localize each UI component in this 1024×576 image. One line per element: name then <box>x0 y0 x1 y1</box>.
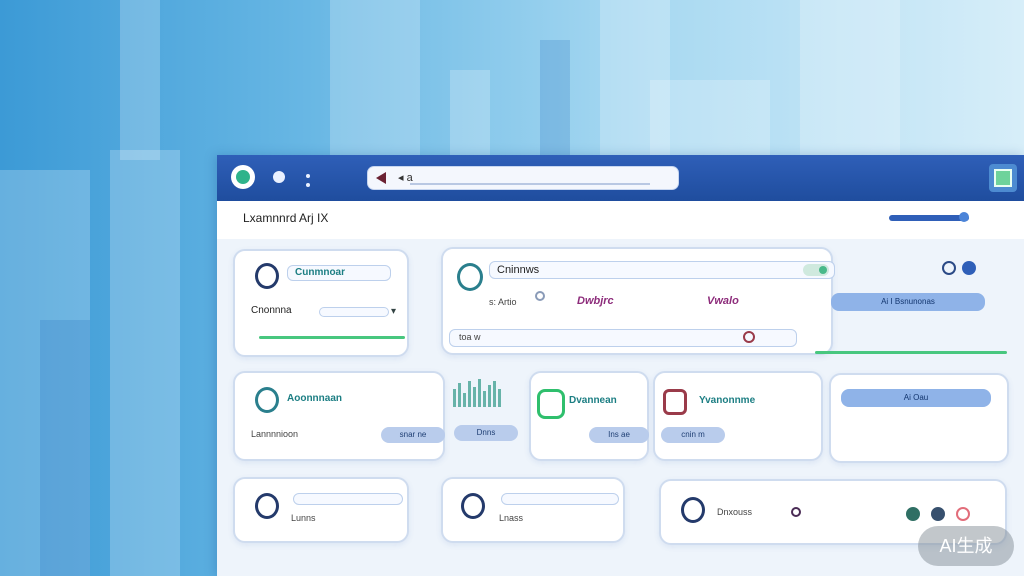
overview-bottom-label: toa w <box>459 332 481 342</box>
record-icon[interactable] <box>791 507 801 517</box>
status-green-icon[interactable] <box>906 507 920 521</box>
database-icon <box>681 497 705 523</box>
row2-a-sub: Lannnnioon <box>251 429 299 439</box>
tag-left[interactable]: Dwbjrc <box>577 295 614 307</box>
row3-b-field[interactable] <box>501 493 619 505</box>
status-dark-icon[interactable] <box>931 507 945 521</box>
status-red-icon[interactable] <box>956 507 970 521</box>
sparkline-chart <box>453 379 509 409</box>
row2-card-d[interactable]: Ai Oau <box>829 373 1009 463</box>
profile-progress <box>259 336 405 339</box>
radio-icon[interactable] <box>535 291 545 301</box>
row2-card-a[interactable]: Aoonnnaan Lannnnioon snar ne <box>233 371 445 461</box>
lock-icon <box>255 493 279 519</box>
settings-icon[interactable] <box>962 261 976 275</box>
profile-card[interactable]: Cunmnoar Cnonnna ▾ <box>233 249 409 357</box>
ai-generated-badge: AI生成 <box>918 526 1014 566</box>
filter-pill[interactable]: Ai I Bsnunonas <box>831 293 985 311</box>
app-logo-icon[interactable] <box>231 165 255 189</box>
row2-b-heading: Dvannean <box>569 395 617 406</box>
tag-right[interactable]: Vwalo <box>707 295 739 307</box>
row3-a-label: Lunns <box>291 513 316 523</box>
profile-field-label: Cnonnna <box>251 305 292 316</box>
calendar-icon <box>663 389 687 415</box>
row3-card-b[interactable]: Lnass <box>441 477 625 543</box>
row3-c-label: Dnxouss <box>717 507 753 517</box>
zoom-slider-handle[interactable] <box>959 212 969 222</box>
row3-card-a[interactable]: Lunns <box>233 477 409 543</box>
row2-card-c[interactable]: Yvanonnme cnin m <box>653 371 823 461</box>
page-title: Lxamnnrd Arj IX <box>243 211 329 225</box>
row2-card-b[interactable]: Dvannean Ins ae <box>529 371 649 461</box>
row2-a-heading: Aoonnnaan <box>287 393 342 404</box>
nav-back-button[interactable] <box>273 171 285 183</box>
app-window: ◂ a Lxamnnrd Arj IX Cunmnoar Cnonnna ▾ C… <box>217 155 1024 576</box>
check-icon <box>537 389 565 419</box>
profile-icon <box>255 387 279 413</box>
overview-toggle[interactable] <box>803 264 829 276</box>
row3-b-label: Lnass <box>499 513 524 523</box>
overview-meta: s: Artio <box>489 297 517 307</box>
row2-a-pill-1[interactable]: snar ne <box>381 427 445 443</box>
menu-dot-icon <box>306 183 310 187</box>
close-icon[interactable] <box>743 331 755 343</box>
overview-heading: Cninnws <box>497 264 540 276</box>
right-progress <box>815 351 1007 354</box>
row2-a-pill-2[interactable]: Dnns <box>454 425 518 441</box>
profile-heading: Cunmnoar <box>295 267 345 278</box>
address-underline <box>410 183 650 185</box>
row2-c-heading: Yvanonnme <box>699 395 756 406</box>
maximize-icon <box>994 169 1012 187</box>
titlebar: ◂ a <box>217 155 1024 201</box>
row2-d-pill[interactable]: Ai Oau <box>841 389 991 407</box>
help-icon[interactable] <box>942 261 956 275</box>
profile-input[interactable] <box>319 307 389 317</box>
folder-icon <box>461 493 485 519</box>
row3-a-field[interactable] <box>293 493 403 505</box>
back-arrow-icon[interactable] <box>376 172 386 184</box>
menu-dot-icon[interactable] <box>306 174 310 178</box>
maximize-button[interactable] <box>989 164 1017 192</box>
row2-c-pill[interactable]: cnin m <box>661 427 725 443</box>
document-icon <box>457 263 483 291</box>
overview-header-field <box>489 261 835 279</box>
address-bar[interactable]: ◂ a <box>367 166 679 190</box>
zoom-slider[interactable] <box>889 215 969 221</box>
user-icon <box>255 263 279 289</box>
chevron-down-icon[interactable]: ▾ <box>391 307 396 317</box>
row2-b-pill[interactable]: Ins ae <box>589 427 649 443</box>
overview-card[interactable]: Cninnws s: Artio Dwbjrc Vwalo toa w <box>441 247 835 355</box>
